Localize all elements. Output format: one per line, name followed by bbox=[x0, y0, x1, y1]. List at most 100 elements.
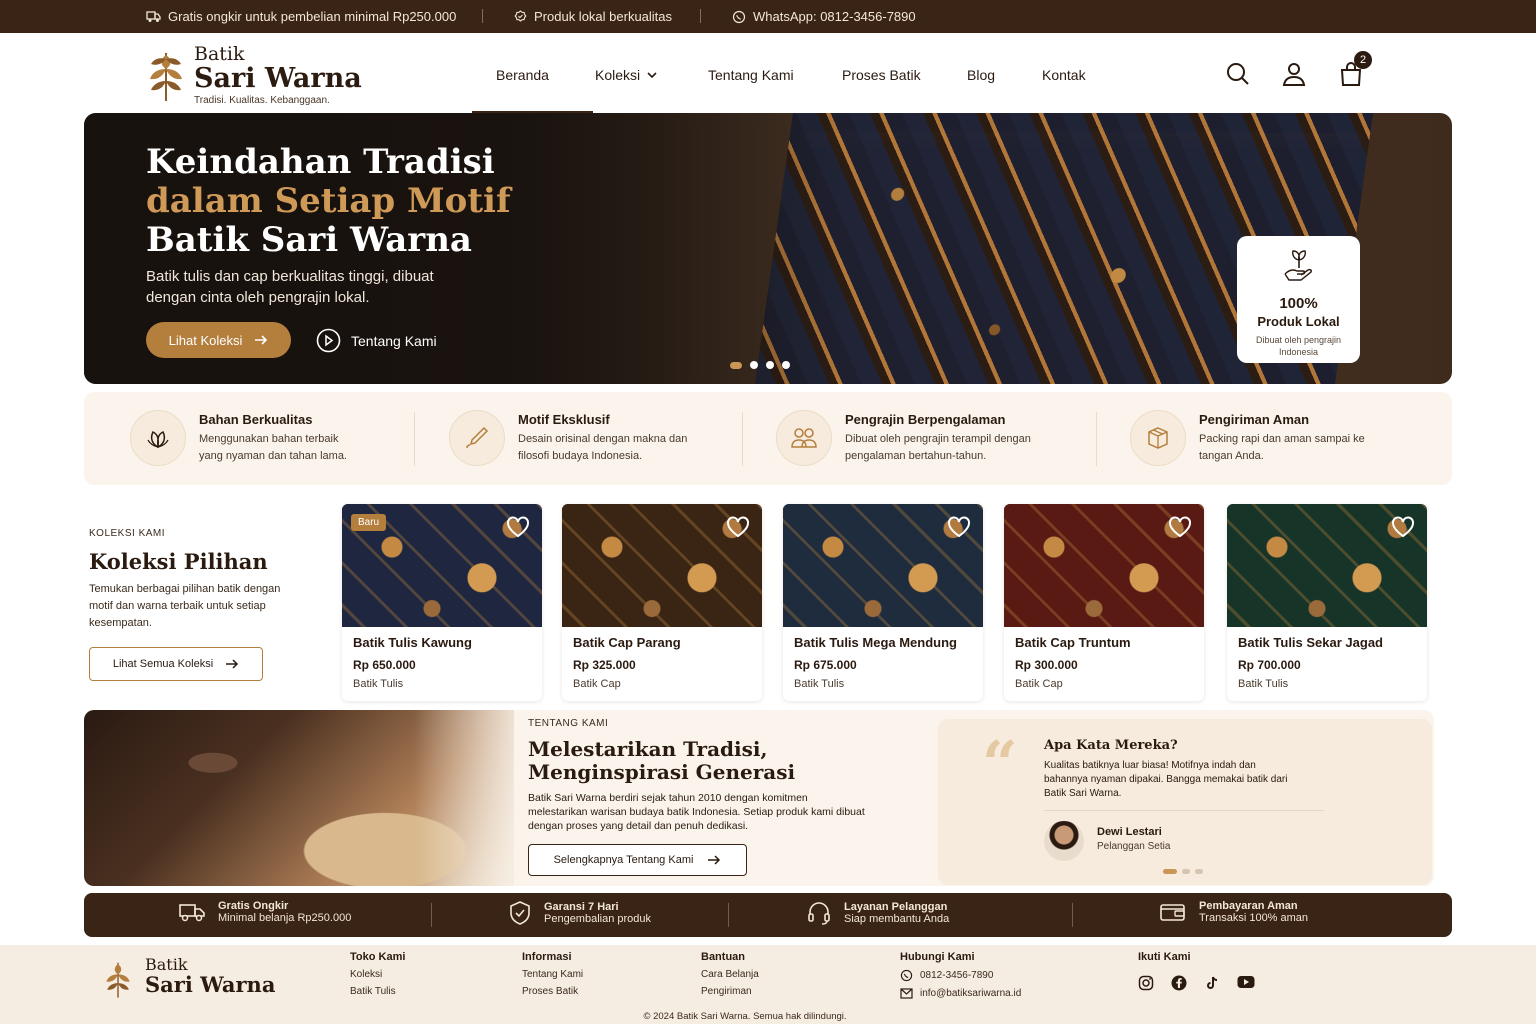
wallet-icon bbox=[1160, 904, 1185, 921]
nav-proses-batik[interactable]: Proses Batik bbox=[842, 67, 921, 83]
product-card[interactable]: Batik Tulis Sekar Jagad Rp 700.000 Batik T… bbox=[1227, 504, 1427, 701]
service-pembayaran: Pembayaran Aman Transaksi 100% aman bbox=[1159, 900, 1308, 924]
carousel-dot[interactable] bbox=[730, 361, 742, 369]
feature-bahan: Bahan Berkualitas Menggunakan bahan terba… bbox=[130, 410, 364, 466]
shipping-notice: Gratis ongkir untuk pembelian minimal Rp… bbox=[146, 9, 456, 24]
tiktok-icon[interactable] bbox=[1204, 975, 1220, 991]
product-name[interactable]: Batik Tulis Mega Mendung bbox=[794, 635, 983, 650]
facebook-icon[interactable] bbox=[1171, 975, 1187, 991]
whatsapp-notice[interactable]: WhatsApp: 0812-3456-7890 bbox=[732, 9, 916, 24]
instagram-icon[interactable] bbox=[1138, 975, 1154, 991]
nav-beranda[interactable]: Beranda bbox=[472, 67, 593, 113]
heart-icon[interactable] bbox=[726, 516, 750, 538]
about-title: Melestarikan Tradisi, Menginspirasi Gene… bbox=[528, 737, 796, 784]
cart-count-badge: 2 bbox=[1354, 51, 1372, 69]
footer-link[interactable]: Batik Tulis bbox=[350, 986, 405, 997]
testimonial-role: Pelanggan Setia bbox=[1097, 841, 1171, 852]
product-name[interactable]: Batik Cap Parang bbox=[573, 635, 762, 650]
product-price: Rp 675.000 bbox=[794, 658, 857, 672]
feature-pengrajin: Pengrajin Berpengalaman Dibuat oleh pengr… bbox=[776, 410, 1055, 466]
footer-col-informasi: Informasi Tentang Kami Proses Batik bbox=[522, 951, 584, 997]
new-badge: Baru bbox=[351, 514, 387, 531]
footer-phone[interactable]: 0812-3456-7890 bbox=[900, 969, 1021, 982]
truck-icon bbox=[146, 11, 161, 22]
hero-carousel-dots bbox=[730, 361, 790, 369]
chevron-down-icon bbox=[647, 72, 657, 79]
product-image[interactable]: Baru bbox=[342, 504, 542, 627]
batik-leaf-logo-icon bbox=[150, 53, 182, 101]
about-kicker: TENTANG KAMI bbox=[528, 718, 609, 729]
search-icon[interactable] bbox=[1225, 61, 1251, 87]
nav-koleksi[interactable]: Koleksi bbox=[595, 67, 658, 83]
product-image[interactable] bbox=[562, 504, 762, 627]
footer-link[interactable]: Koleksi bbox=[350, 969, 405, 980]
product-image[interactable] bbox=[1004, 504, 1204, 627]
footer-link[interactable]: Cara Belanja bbox=[701, 969, 759, 980]
whatsapp-icon bbox=[732, 10, 746, 23]
mail-icon bbox=[900, 988, 913, 999]
carousel-dot[interactable] bbox=[750, 361, 758, 369]
carousel-dot[interactable] bbox=[1195, 869, 1203, 874]
hero-banner: Keindahan Tradisi dalam Setiap Motif Bat… bbox=[84, 113, 1452, 384]
brand-logo[interactable]: Batik Sari Warna Tradisi. Kualitas. Keba… bbox=[146, 45, 362, 106]
service-strip: Gratis Ongkir Minimal belanja Rp250.000 G… bbox=[84, 893, 1452, 937]
box-icon bbox=[1148, 427, 1168, 449]
product-name[interactable]: Batik Cap Truntum bbox=[1015, 635, 1204, 650]
footer-logo[interactable]: Batik Sari Warna bbox=[103, 956, 275, 999]
leaf-icon bbox=[147, 430, 169, 449]
product-price: Rp 650.000 bbox=[353, 658, 416, 672]
heart-icon[interactable] bbox=[947, 516, 971, 538]
whatsapp-icon bbox=[900, 969, 913, 982]
carousel-dot[interactable] bbox=[1163, 869, 1177, 874]
local-notice: Produk lokal berkualitas bbox=[514, 9, 672, 24]
product-card[interactable]: Baru Batik Tulis Kawung Rp 650.000 Batik Tu… bbox=[342, 504, 542, 701]
product-image[interactable] bbox=[783, 504, 983, 627]
carousel-dot[interactable] bbox=[766, 361, 774, 369]
product-name[interactable]: Batik Tulis Kawung bbox=[353, 635, 542, 650]
brush-icon bbox=[466, 426, 489, 449]
footer-email[interactable]: info@batiksariwarna.id bbox=[900, 988, 1021, 999]
youtube-icon[interactable] bbox=[1237, 975, 1255, 989]
nav-blog[interactable]: Blog bbox=[967, 67, 995, 83]
about-us-link[interactable]: Tentang Kami bbox=[316, 328, 437, 353]
feature-pengiriman: Pengiriman Aman Packing rapi dan aman sam… bbox=[1130, 410, 1369, 466]
product-category: Batik Tulis bbox=[353, 678, 404, 690]
about-desc: Batik Sari Warna berdiri sejak tahun 201… bbox=[528, 792, 865, 832]
footer-col-toko: Toko Kami Koleksi Batik Tulis bbox=[350, 951, 406, 997]
product-card[interactable]: Batik Cap Parang Rp 325.000 Batik Cap bbox=[562, 504, 762, 701]
view-collection-button[interactable]: Lihat Koleksi bbox=[146, 322, 291, 358]
brand-line1: Batik bbox=[194, 43, 245, 65]
play-circle-icon bbox=[316, 328, 341, 353]
collection-kicker: KOLEKSI KAMI bbox=[89, 528, 166, 539]
user-icon[interactable] bbox=[1281, 61, 1307, 87]
product-image[interactable] bbox=[1227, 504, 1427, 627]
view-all-collection-button[interactable]: Lihat Semua Koleksi bbox=[89, 647, 263, 681]
social-links bbox=[1138, 975, 1255, 991]
testimonial-title: Apa Kata Mereka? bbox=[1044, 738, 1178, 753]
arrow-right-icon bbox=[255, 335, 268, 345]
heart-icon[interactable] bbox=[1168, 516, 1192, 538]
testimonial-dots bbox=[1163, 869, 1203, 874]
product-card[interactable]: Batik Tulis Mega Mendung Rp 675.000 Batik … bbox=[783, 504, 983, 701]
heart-icon[interactable] bbox=[1391, 516, 1415, 538]
product-category: Batik Tulis bbox=[794, 678, 845, 690]
footer-link[interactable]: Tentang Kami bbox=[522, 969, 583, 980]
footer-col-hubungi: Hubungi Kami 0812-3456-7890 info@batiksa… bbox=[900, 951, 1022, 999]
carousel-dot[interactable] bbox=[1182, 869, 1190, 874]
service-garansi: Garansi 7 Hari Pengembalian produk bbox=[508, 900, 651, 926]
footer-link[interactable]: Pengiriman bbox=[701, 986, 759, 997]
batik-leaf-logo-icon bbox=[106, 962, 130, 998]
carousel-dot[interactable] bbox=[782, 361, 790, 369]
brand-tagline: Tradisi. Kualitas. Kebanggaan. bbox=[194, 95, 330, 106]
product-card[interactable]: Batik Cap Truntum Rp 300.000 Batik Cap bbox=[1004, 504, 1204, 701]
nav-kontak[interactable]: Kontak bbox=[1042, 67, 1086, 83]
nav-tentang-kami[interactable]: Tentang Kami bbox=[708, 67, 794, 83]
shield-icon bbox=[510, 901, 530, 925]
about-more-button[interactable]: Selengkapnya Tentang Kami bbox=[528, 844, 747, 876]
testimonial-name: Dewi Lestari bbox=[1097, 826, 1162, 838]
product-category: Batik Tulis bbox=[1238, 678, 1289, 690]
product-name[interactable]: Batik Tulis Sekar Jagad bbox=[1238, 635, 1427, 650]
service-layanan: Layanan Pelanggan Siap membantu Anda bbox=[806, 900, 949, 926]
footer-link[interactable]: Proses Batik bbox=[522, 986, 583, 997]
heart-icon[interactable] bbox=[506, 516, 530, 538]
